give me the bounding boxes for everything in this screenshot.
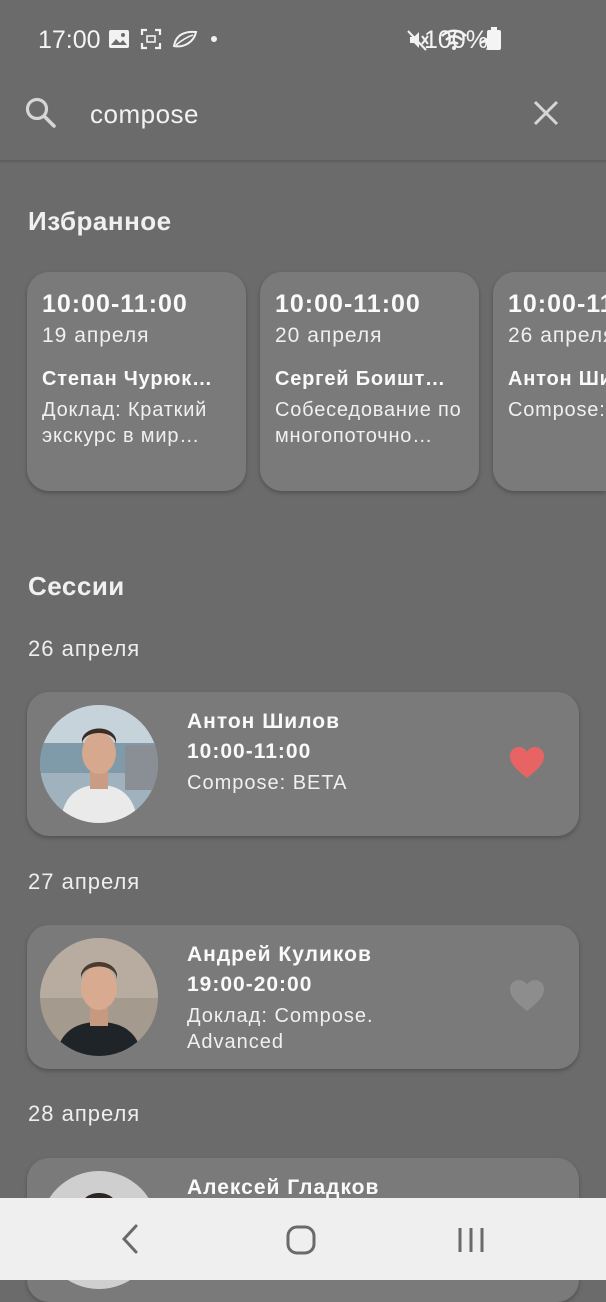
navigation-bar — [0, 1198, 606, 1280]
favorite-topic: Compose: BETA — [508, 399, 606, 421]
sessions-title: Сессии — [28, 571, 125, 601]
session-date-header: 26 апреля — [28, 636, 141, 661]
heart-filled-icon[interactable] — [509, 746, 545, 780]
battery-percent: 100% — [424, 26, 488, 54]
session-time: 19:00-20:00 — [187, 973, 313, 996]
screenshot-icon — [140, 28, 162, 50]
session-speaker: Антон Шилов — [187, 710, 341, 733]
favorite-date: 26 апреля — [508, 324, 606, 347]
session-date-header: 27 апреля — [28, 869, 141, 894]
session-time: 10:00-11:00 — [187, 740, 312, 763]
status-notification-icons — [108, 28, 220, 50]
favorite-card[interactable]: 10:00-11:00 20 апреля Сергей Боишт… Собе… — [260, 272, 479, 491]
close-icon[interactable] — [532, 99, 560, 127]
search-bar — [0, 80, 606, 161]
favorite-time: 10:00-11:00 — [42, 290, 188, 318]
home-icon[interactable] — [286, 1225, 316, 1255]
session-card[interactable]: Андрей Куликов 19:00-20:00 Доклад: Compo… — [27, 925, 579, 1069]
session-topic: Compose: BETA — [187, 772, 348, 794]
session-date-header: 28 апреля — [28, 1101, 141, 1126]
session-card[interactable]: Антон Шилов 10:00-11:00 Compose: BETA — [27, 692, 579, 836]
favorite-time: 10:00-11:00 — [508, 290, 606, 318]
leaf-icon — [172, 30, 198, 48]
battery-icon — [487, 27, 501, 50]
session-topic: Доклад: Compose. Advanced — [187, 1005, 374, 1053]
favorite-time: 10:00-11:00 — [275, 290, 421, 318]
favorite-speaker: Антон Шилов — [508, 368, 606, 390]
favorite-card[interactable]: 10:00-11:00 19 апреля Степан Чурюк… Докл… — [27, 272, 246, 491]
favorite-speaker: Степан Чурюк… — [42, 368, 213, 390]
favorite-card[interactable]: 10:00-11:00 26 апреля Антон Шилов Compos… — [493, 272, 606, 491]
favorite-topic: Собеседование по многопоточно… — [275, 399, 462, 447]
avatar — [40, 705, 158, 823]
back-icon[interactable] — [118, 1222, 144, 1256]
heart-outline-icon[interactable] — [509, 979, 545, 1013]
favorite-date: 20 апреля — [275, 324, 383, 347]
recents-icon[interactable] — [456, 1225, 486, 1255]
favorite-speaker: Сергей Боишт… — [275, 368, 446, 390]
session-speaker: Алексей Гладков — [187, 1176, 380, 1199]
image-icon — [109, 30, 129, 48]
search-icon — [25, 97, 56, 128]
favorite-topic: Доклад: Краткий экскурс в мир… — [42, 399, 208, 447]
search-input[interactable] — [88, 98, 472, 131]
favorite-date: 19 апреля — [42, 324, 150, 347]
avatar — [40, 938, 158, 1056]
status-bar: 17:00 100% — [0, 0, 606, 80]
favorites-title: Избранное — [28, 206, 172, 236]
session-speaker: Андрей Куликов — [187, 943, 372, 966]
status-time: 17:00 — [38, 26, 101, 54]
dot-icon — [211, 36, 217, 42]
